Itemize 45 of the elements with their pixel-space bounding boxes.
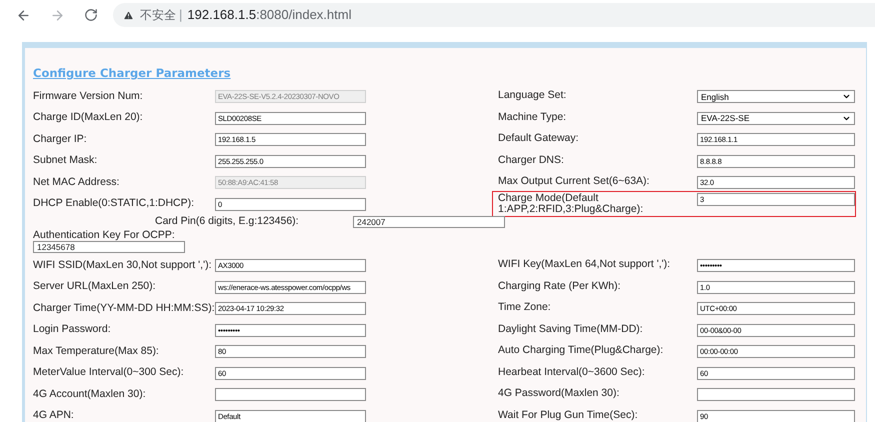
field-label: Server URL(MaxLen 250):: [33, 279, 157, 294]
field-label: Max Output Current Set(6~63A):: [498, 176, 650, 188]
field-label: 4G Account(Maxlen 30):: [33, 386, 147, 402]
field-label: WIFI SSID(MaxLen 30,Not support ','):: [33, 258, 212, 273]
field-label: MeterValue Interval(0~300 Sec):: [33, 365, 185, 380]
field-label: 4G Password(Maxlen 30):: [498, 388, 620, 400]
input-field[interactable]: 242007: [353, 216, 505, 228]
field-label: Charger Time(YY-MM-DD HH:MM:SS):: [33, 300, 215, 316]
field-label: Subnet Mask:: [33, 153, 98, 168]
field-label: Login Password:: [33, 322, 112, 338]
field-label: Card Pin(6 digits, E.g:123456):: [155, 214, 300, 230]
address-bar[interactable]: 不安全 | 192.168.1.5:8080/index.html: [113, 3, 875, 27]
field-label: Hearbeat Interval(0~3600 Sec):: [498, 366, 646, 378]
warning-icon: [123, 10, 134, 20]
field-label: Charging Rate (Per KWh):: [498, 280, 622, 292]
field-label: Firmware Version Num:: [33, 88, 144, 104]
field-label: Machine Type:: [498, 112, 568, 123]
field-label: Charger DNS:: [498, 154, 565, 166]
field-label: Auto Charging Time(Plug&Charge):: [498, 345, 664, 356]
input-field[interactable]: [215, 388, 366, 402]
select-field[interactable]: EVA-22S-SE: [697, 112, 855, 125]
field-label: Authentication Key For OCPP:: [33, 229, 176, 241]
field-label: Max Temperature(Max 85):: [33, 344, 160, 359]
field-label: Net MAC Address:: [33, 174, 120, 190]
field-label: Time Zone:: [498, 302, 552, 314]
field-label: Language Set:: [498, 90, 568, 102]
field-label: DHCP Enable(0:STATIC,1:DHCP):: [33, 196, 196, 212]
reload-icon[interactable]: [84, 8, 98, 22]
forward-icon[interactable]: [50, 8, 65, 22]
url-host: 192.168.1.5: [187, 6, 256, 24]
url-path: :8080/index.html: [256, 6, 352, 24]
input-field[interactable]: 12345678: [33, 241, 185, 253]
field-label: Charge ID(MaxLen 20):: [33, 110, 144, 126]
field-label: 4G APN:: [33, 408, 75, 422]
input-field[interactable]: [697, 388, 855, 402]
field-label: Daylight Saving Time(MM-DD):: [498, 324, 644, 335]
field-label: Default Gateway:: [498, 133, 580, 144]
separator-text: |: [179, 6, 182, 24]
field-label: Charge Mode(Default 1:APP,2:RFID,3:Plug&Charge):: [498, 193, 644, 216]
back-icon[interactable]: [16, 8, 31, 22]
field-label: Charger IP:: [33, 132, 88, 147]
select-field[interactable]: English: [697, 90, 855, 104]
field-label: Wait For Plug Gun Time(Sec):: [498, 410, 639, 421]
security-warning: 不安全: [140, 7, 176, 24]
field-label: WIFI Key(MaxLen 64,Not support ','):: [498, 259, 672, 270]
